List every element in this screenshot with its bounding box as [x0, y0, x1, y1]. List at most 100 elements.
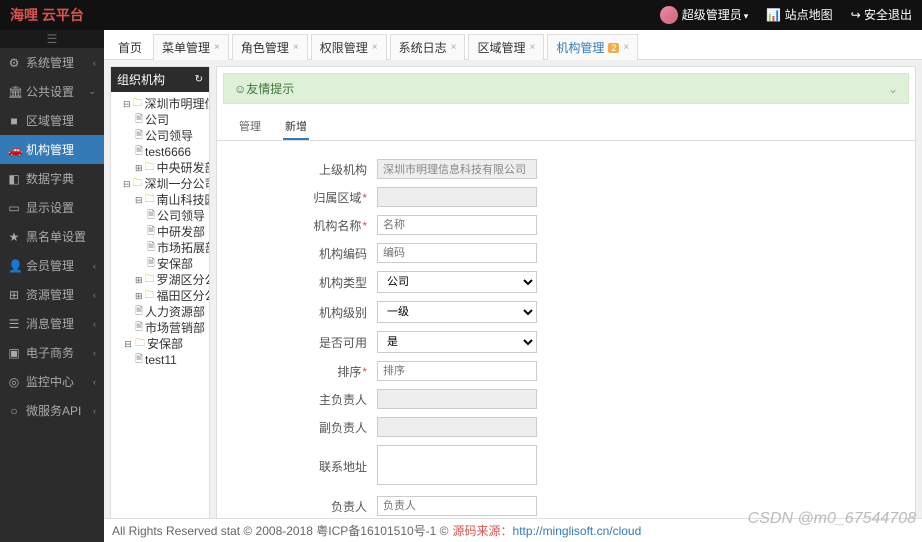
menu-icon: ▣ [8, 346, 20, 360]
chevron-icon: ‹ [93, 290, 96, 300]
source-link[interactable]: http://minglisoft.cn/cloud [513, 524, 642, 538]
user-menu[interactable]: 超级管理员▾ [660, 6, 749, 25]
tree-toggle-icon[interactable]: ⊞ [135, 272, 143, 288]
secondary-manager-input[interactable] [377, 417, 537, 437]
sidebar-collapse[interactable]: ☰ [0, 30, 104, 48]
tree-node[interactable]: ⊞🗀罗湖区分公司 [113, 272, 207, 288]
tree-node[interactable]: 🗎公司领导 [113, 208, 207, 224]
page-icon: 🗎 [135, 320, 143, 336]
alert-toggle-icon[interactable]: ⌄ [888, 82, 898, 96]
tab-系统日志[interactable]: 系统日志× [390, 34, 466, 60]
top-bar: 海哩 云平台 超级管理员▾ 📊 站点地图 ↪ 安全退出 [0, 0, 922, 30]
tree-node[interactable]: ⊞🗀中央研发部 [113, 160, 207, 176]
close-icon[interactable]: × [623, 42, 629, 53]
tree-node[interactable]: 🗎市场营销部 [113, 320, 207, 336]
tree-node[interactable]: 🗎中研发部 [113, 224, 207, 240]
chevron-icon: ‹ [93, 377, 96, 387]
tree-node[interactable]: ⊟🗀安保部 [113, 336, 207, 352]
page-icon: 🗎 [147, 208, 155, 224]
folder-icon: 🗀 [135, 336, 145, 352]
close-icon[interactable]: × [372, 42, 378, 53]
tree-node[interactable]: 🗎公司领导 [113, 128, 207, 144]
sidebar-item-机构管理[interactable]: 🚗机构管理 [0, 135, 104, 164]
info-icon: ☺ [234, 82, 246, 96]
tree-toggle-icon[interactable]: ⊞ [135, 288, 143, 304]
org-code-input[interactable] [377, 243, 537, 263]
subtab-新增[interactable]: 新增 [283, 114, 309, 140]
manager-input[interactable] [377, 496, 537, 516]
tree-node[interactable]: 🗎test11 [113, 352, 207, 368]
tree-node[interactable]: 🗎市场拓展部 [113, 240, 207, 256]
tab-菜单管理[interactable]: 菜单管理× [153, 34, 229, 60]
tree-toggle-icon[interactable]: ⊟ [123, 336, 133, 352]
page-icon: 🗎 [135, 112, 143, 128]
tab-区域管理[interactable]: 区域管理× [468, 34, 544, 60]
folder-icon: 🗀 [133, 96, 143, 112]
sidebar-item-会员管理[interactable]: 👤会员管理‹ [0, 251, 104, 280]
menu-icon: ◧ [8, 172, 20, 186]
tree-node[interactable]: ⊟🗀南山科技园分公司 [113, 192, 207, 208]
refresh-icon[interactable]: ↻ [195, 74, 203, 85]
menu-icon: ◎ [8, 375, 20, 389]
sort-input[interactable] [377, 361, 537, 381]
close-icon[interactable]: × [293, 42, 299, 53]
sidebar-item-显示设置[interactable]: ▭显示设置 [0, 193, 104, 222]
menu-icon: ★ [8, 230, 20, 244]
parent-org-input[interactable] [377, 159, 537, 179]
menu-icon: ○ [8, 404, 20, 418]
subtab-管理[interactable]: 管理 [237, 114, 263, 140]
tree-header: 组织机构 ↻ [111, 67, 209, 92]
page-icon: 🗎 [147, 256, 155, 272]
close-icon[interactable]: × [451, 42, 457, 53]
menu-icon: ⊞ [8, 288, 20, 302]
sidebar-item-公共设置[interactable]: 🏛公共设置⌄ [0, 77, 104, 106]
tree-toggle-icon[interactable]: ⊞ [135, 160, 143, 176]
sidebar-item-电子商务[interactable]: ▣电子商务‹ [0, 338, 104, 367]
tab-角色管理[interactable]: 角色管理× [232, 34, 308, 60]
sidebar-item-数据字典[interactable]: ◧数据字典 [0, 164, 104, 193]
tree-node[interactable]: 🗎人力资源部 [113, 304, 207, 320]
area-input[interactable] [377, 187, 537, 207]
org-level-select[interactable]: 一级 [377, 301, 537, 323]
org-name-input[interactable] [377, 215, 537, 235]
tab-机构管理[interactable]: 机构管理2× [547, 34, 638, 60]
address-input[interactable] [377, 445, 537, 485]
tree-toggle-icon[interactable]: ⊟ [123, 96, 131, 112]
page-icon: 🗎 [135, 144, 143, 160]
tree-toggle-icon[interactable]: ⊟ [135, 192, 143, 208]
tree-node[interactable]: ⊟🗀深圳市明理信息科技有限公司 [113, 96, 207, 112]
sidebar-item-区域管理[interactable]: ■区域管理 [0, 106, 104, 135]
brand-logo: 海哩 云平台 [10, 5, 84, 25]
primary-manager-input[interactable] [377, 389, 537, 409]
enabled-select[interactable]: 是 [377, 331, 537, 353]
tree-node[interactable]: 🗎公司 [113, 112, 207, 128]
tree-toggle-icon[interactable]: ⊟ [123, 176, 131, 192]
sidebar-item-微服务API[interactable]: ○微服务API‹ [0, 396, 104, 425]
tree-node[interactable]: 🗎test6666 [113, 144, 207, 160]
sidebar-item-监控中心[interactable]: ◎监控中心‹ [0, 367, 104, 396]
tab-权限管理[interactable]: 权限管理× [311, 34, 387, 60]
tab-首页[interactable]: 首页 [110, 35, 150, 60]
chevron-icon: ⌄ [88, 86, 96, 97]
tree-node[interactable]: ⊟🗀深圳一分公司 [113, 176, 207, 192]
page-icon: 🗎 [135, 304, 143, 320]
logout-link[interactable]: ↪ 安全退出 [851, 6, 912, 23]
chevron-icon: ‹ [93, 406, 96, 416]
tree-node[interactable]: ⊞🗀福田区分公司 [113, 288, 207, 304]
sidebar-item-资源管理[interactable]: ⊞资源管理‹ [0, 280, 104, 309]
page-icon: 🗎 [147, 224, 155, 240]
folder-icon: 🗀 [145, 272, 155, 288]
sidebar-item-黑名单设置[interactable]: ★黑名单设置 [0, 222, 104, 251]
tab-badge: 2 [608, 43, 619, 53]
tree-node[interactable]: 🗎安保部 [113, 256, 207, 272]
form-panel: ☺ 友情提示 ⌄ 管理新增 上级机构 归属区域* 机构名称* 机构编码 机构类型… [216, 66, 916, 536]
folder-icon: 🗀 [145, 160, 155, 176]
sidebar-item-系统管理[interactable]: ⚙系统管理‹ [0, 48, 104, 77]
folder-icon: 🗀 [145, 192, 155, 208]
org-type-select[interactable]: 公司 [377, 271, 537, 293]
sitemap-link[interactable]: 📊 站点地图 [766, 6, 832, 23]
close-icon[interactable]: × [529, 42, 535, 53]
sidebar-item-消息管理[interactable]: ☰消息管理‹ [0, 309, 104, 338]
close-icon[interactable]: × [214, 42, 220, 53]
avatar-icon [660, 6, 678, 24]
